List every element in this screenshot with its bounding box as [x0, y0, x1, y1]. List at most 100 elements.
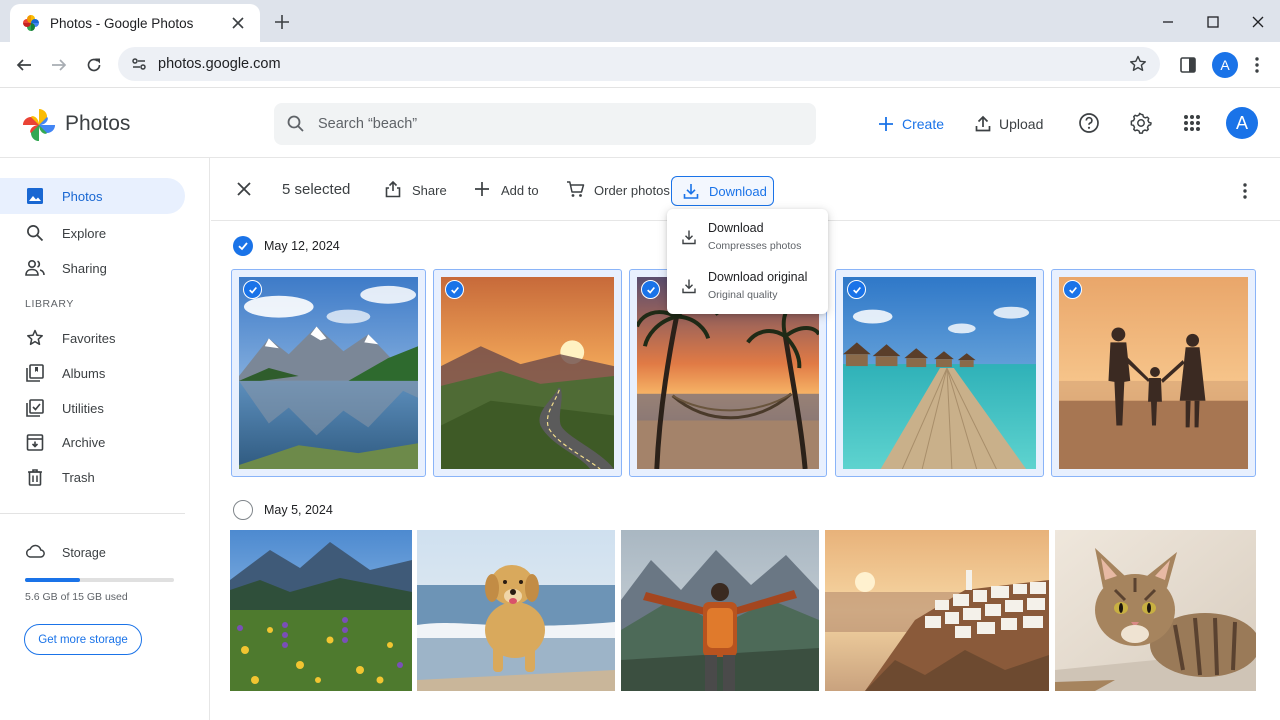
- photo-tile[interactable]: [433, 269, 622, 477]
- sidebar-item-explore[interactable]: Explore: [0, 215, 185, 251]
- sidebar-item-label: Trash: [62, 469, 95, 485]
- account-avatar[interactable]: A: [1226, 107, 1258, 139]
- star-icon: [25, 328, 45, 348]
- menu-item-title: Download original: [708, 270, 808, 284]
- sidebar-item-trash[interactable]: Trash: [0, 459, 185, 495]
- close-tab-icon[interactable]: [228, 13, 248, 33]
- storage-progress-bar: [25, 578, 174, 582]
- date-group-header: May 12, 2024: [233, 236, 340, 256]
- download-menu-item-download[interactable]: Download Compresses photos: [667, 215, 828, 259]
- sidebar-item-favorites[interactable]: Favorites: [0, 320, 185, 356]
- google-photos-logo-icon[interactable]: [22, 108, 56, 142]
- sidebar-divider: [0, 513, 185, 514]
- photo-road-sunset: [441, 277, 614, 469]
- plus-icon: [876, 114, 896, 134]
- browser-tab[interactable]: Photos - Google Photos: [10, 4, 260, 42]
- forward-arrow-icon[interactable]: [47, 53, 71, 77]
- sidebar-item-sharing[interactable]: Sharing: [0, 250, 185, 286]
- download-button[interactable]: Download: [671, 176, 774, 206]
- order-photos-label: Order photos: [594, 182, 670, 198]
- download-label: Download: [709, 183, 767, 199]
- search-icon: [286, 114, 306, 134]
- sidebar-item-utilities[interactable]: Utilities: [0, 390, 185, 426]
- apps-grid-icon[interactable]: [1179, 110, 1205, 136]
- menu-item-subtitle: Compresses photos: [708, 240, 802, 252]
- download-icon: [681, 229, 697, 245]
- photo-coastal-village[interactable]: [825, 530, 1049, 691]
- clear-selection-icon[interactable]: [233, 178, 255, 200]
- tab-title: Photos - Google Photos: [50, 15, 194, 31]
- sidebar-item-photos[interactable]: Photos: [0, 178, 185, 214]
- search-bar[interactable]: [274, 103, 816, 145]
- photo-select-checkbox[interactable]: [1063, 280, 1082, 299]
- photos-icon: [25, 186, 45, 206]
- browser-toolbar: photos.google.com A: [0, 42, 1280, 88]
- site-info-icon[interactable]: [130, 55, 148, 73]
- create-button[interactable]: Create: [876, 112, 944, 136]
- sidebar-item-albums[interactable]: Albums: [0, 355, 185, 391]
- utilities-icon: [25, 398, 45, 418]
- storage-link[interactable]: Storage: [25, 543, 106, 563]
- sidebar-item-label: Photos: [62, 188, 103, 204]
- order-photos-button[interactable]: Order photos: [566, 179, 670, 201]
- trash-icon: [25, 467, 45, 487]
- selected-count: 5 selected: [282, 181, 351, 198]
- sidebar-item-label: Favorites: [62, 330, 116, 346]
- share-button[interactable]: Share: [384, 179, 447, 201]
- download-menu-item-original[interactable]: Download original Original quality: [667, 264, 828, 308]
- sidebar: Photos Explore Sharing LIBRARY Favorites…: [0, 158, 210, 720]
- bookmark-star-icon[interactable]: [1128, 54, 1148, 74]
- photo-select-checkbox[interactable]: [641, 280, 660, 299]
- sidebar-item-label: Sharing: [62, 260, 107, 276]
- more-options-icon[interactable]: [1235, 180, 1255, 202]
- photo-tile[interactable]: [231, 269, 426, 477]
- menu-item-title: Download: [708, 221, 764, 235]
- plus-icon: [473, 180, 493, 200]
- app-brand-name[interactable]: Photos: [65, 112, 130, 136]
- download-icon: [682, 182, 700, 200]
- photo-tile[interactable]: [1051, 269, 1256, 477]
- side-panel-icon[interactable]: [1176, 53, 1200, 77]
- photo-hiker-mountains[interactable]: [621, 530, 819, 691]
- upload-button[interactable]: Upload: [973, 112, 1043, 136]
- maximize-icon[interactable]: [1201, 10, 1225, 34]
- cloud-icon: [25, 543, 45, 563]
- new-tab-icon[interactable]: [270, 10, 294, 34]
- sidebar-item-archive[interactable]: Archive: [0, 424, 185, 460]
- address-bar[interactable]: photos.google.com: [118, 47, 1160, 81]
- share-icon: [384, 180, 404, 200]
- photo-golden-retriever[interactable]: [417, 530, 615, 691]
- photo-wildflower-meadow[interactable]: [230, 530, 412, 691]
- select-group-checkbox[interactable]: [233, 500, 253, 520]
- group-date-label: May 12, 2024: [264, 239, 340, 253]
- sidebar-item-label: Albums: [62, 365, 106, 381]
- date-group-header: May 5, 2024: [233, 500, 333, 520]
- search-icon: [25, 223, 45, 243]
- back-arrow-icon[interactable]: [12, 53, 36, 77]
- upload-icon: [973, 114, 993, 134]
- download-icon: [681, 278, 697, 294]
- shopping-cart-icon: [566, 180, 586, 200]
- browser-profile-avatar[interactable]: A: [1212, 52, 1238, 78]
- photo-select-checkbox[interactable]: [847, 280, 866, 299]
- settings-gear-icon[interactable]: [1128, 110, 1154, 136]
- get-more-storage-button[interactable]: Get more storage: [24, 624, 142, 655]
- group-date-label: May 5, 2024: [264, 503, 333, 517]
- search-input[interactable]: [318, 116, 804, 132]
- minimize-icon[interactable]: [1156, 10, 1180, 34]
- archive-icon: [25, 432, 45, 452]
- photo-select-checkbox[interactable]: [445, 280, 464, 299]
- help-icon[interactable]: [1076, 110, 1102, 136]
- add-to-button[interactable]: Add to: [473, 179, 539, 201]
- people-icon: [25, 258, 45, 278]
- photo-tile[interactable]: [835, 269, 1044, 477]
- browser-tab-bar: Photos - Google Photos: [0, 0, 1280, 42]
- photo-select-checkbox[interactable]: [243, 280, 262, 299]
- select-group-checkbox[interactable]: [233, 236, 253, 256]
- photo-tabby-cat[interactable]: [1055, 530, 1256, 691]
- browser-menu-icon[interactable]: [1247, 53, 1267, 77]
- add-to-label: Add to: [501, 182, 539, 198]
- close-window-icon[interactable]: [1246, 10, 1270, 34]
- reload-icon[interactable]: [82, 53, 106, 77]
- share-label: Share: [412, 182, 447, 198]
